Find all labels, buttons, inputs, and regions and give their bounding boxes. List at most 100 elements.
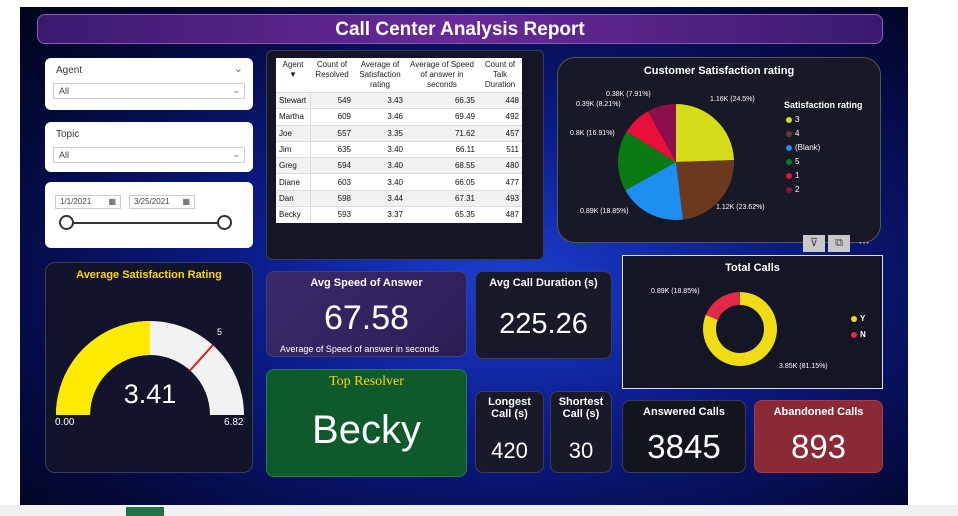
table-cell: Joe	[276, 124, 311, 142]
table-row[interactable]: Greg 594 3.40 68.55 480	[276, 157, 522, 174]
satisfaction-gauge[interactable]	[46, 263, 254, 474]
pie-data-label: 0.89K (18.85%)	[580, 208, 629, 215]
table-cell: 66.35	[406, 91, 478, 109]
table-row[interactable]: Joe 557 3.35 71.62 457	[276, 124, 522, 142]
visual-header-icons: ⊽ ⧉ ⋯	[803, 233, 878, 252]
column-header[interactable]: Agent ▼	[276, 58, 310, 93]
legend-label: 5	[795, 157, 800, 166]
avg-duration-value: 225.26	[499, 308, 588, 340]
table-cell: 3.40	[354, 157, 406, 174]
legend-label: 1	[795, 171, 800, 180]
legend-item[interactable]: Y	[851, 314, 865, 323]
pie-data-label: 1.12K (23.62%)	[716, 204, 765, 211]
abandoned-calls-value: 893	[790, 428, 847, 465]
table-cell: 594	[310, 157, 354, 174]
longest-call-card: Longest Call (s) 420	[475, 391, 544, 473]
table-cell: 67.31	[406, 189, 478, 207]
column-header[interactable]: Average of Satisfaction rating	[354, 58, 406, 93]
table-cell: 511	[478, 140, 522, 158]
legend-dot	[786, 158, 792, 165]
table-cell: 493	[478, 189, 522, 207]
abandoned-calls-title: Abandoned Calls	[773, 406, 864, 418]
date-slider-start-handle[interactable]	[59, 215, 74, 230]
pie-data-label: 1.16K (24.5%)	[710, 96, 755, 103]
table-cell: Martha	[276, 108, 311, 126]
table-cell: 492	[478, 108, 522, 126]
legend-item[interactable]: 3	[786, 115, 799, 124]
sort-arrow-icon[interactable]: ▼	[289, 70, 297, 79]
legend-item[interactable]: N	[851, 330, 866, 339]
top-resolver-title: Top Resolver	[329, 374, 404, 389]
legend-dot	[786, 144, 792, 151]
date-slicer[interactable]: 1/1/2021 ▦ 3/25/2021 ▦	[45, 182, 253, 248]
satisfaction-gauge-panel: Average Satisfaction Rating 3.41 0.00 6.…	[45, 262, 253, 473]
calendar-icon[interactable]: ▦	[108, 197, 116, 206]
donut-slice-n[interactable]	[705, 292, 740, 320]
date-slider-end-handle[interactable]	[217, 215, 232, 230]
end-date-field[interactable]: 3/25/2021 ▦	[129, 195, 195, 209]
start-date-field[interactable]: 1/1/2021 ▦	[55, 195, 121, 209]
chevron-down-icon[interactable]: ⌄	[234, 62, 243, 75]
legend-dot	[786, 186, 792, 193]
table-row[interactable]: Jim 635 3.40 66.11 511	[276, 140, 522, 158]
column-header[interactable]: Count of Resolved	[310, 58, 354, 93]
table-cell: 477	[478, 173, 522, 191]
legend-item[interactable]: 5	[786, 157, 799, 166]
table-cell: 65.35	[406, 206, 478, 223]
legend-item[interactable]: 4	[786, 129, 799, 138]
table-row[interactable]: Becky 593 3.37 65.35 487	[276, 206, 522, 223]
table-cell: 635	[310, 140, 354, 158]
agent-selected-value: All	[59, 86, 70, 96]
avg-speed-card: Avg Speed of Answer 67.58 Average of Spe…	[266, 271, 467, 357]
gauge-target-label: 5	[217, 327, 223, 337]
table-row[interactable]: Diane 603 3.40 66.05 477	[276, 173, 522, 191]
topic-slicer[interactable]: Topic All ⌄	[45, 122, 253, 172]
table-cell: 480	[478, 157, 522, 174]
focus-mode-icon[interactable]: ⧉	[828, 235, 850, 252]
legend-dot	[851, 331, 857, 338]
legend-item[interactable]: 2	[786, 185, 799, 194]
column-header[interactable]: Average of Speed of answer in seconds	[406, 58, 478, 93]
chevron-down-icon: ⌄	[232, 85, 240, 95]
gauge-min-label: 0.00	[55, 417, 75, 428]
table-cell: 448	[478, 91, 522, 109]
table-cell: 603	[310, 173, 354, 191]
legend-dot	[786, 130, 792, 137]
table-cell: 68.55	[406, 157, 478, 174]
table-cell: 457	[478, 124, 522, 142]
filter-icon[interactable]: ⊽	[803, 235, 825, 252]
table-cell: 3.46	[354, 108, 406, 126]
table-cell: Jim	[276, 140, 311, 158]
sheet-tab-indicator[interactable]	[126, 507, 164, 516]
column-header[interactable]: Count of Talk Duration	[478, 58, 522, 93]
agent-table: Agent ▼ Count of Resolved Average of Sati…	[276, 58, 522, 223]
legend-label: 3	[795, 115, 800, 124]
calendar-icon[interactable]: ▦	[182, 197, 190, 206]
topic-dropdown[interactable]: All ⌄	[53, 147, 245, 163]
legend-item[interactable]: (Blank)	[786, 143, 820, 152]
avg-speed-title: Avg Speed of Answer	[310, 277, 423, 289]
table-cell: 487	[478, 206, 522, 223]
more-options-icon[interactable]: ⋯	[853, 235, 875, 252]
shortest-call-title: Shortest Call (s)	[558, 396, 604, 420]
table-cell: 3.35	[354, 124, 406, 142]
satisfaction-pie-chart[interactable]	[558, 58, 882, 244]
table-row[interactable]: Stewart 549 3.43 66.35 448	[276, 91, 522, 109]
agent-slicer[interactable]: Agent ⌄ All ⌄	[45, 58, 253, 110]
total-calls-donut-chart[interactable]	[623, 256, 884, 390]
answered-calls-title: Answered Calls	[643, 406, 725, 418]
avg-speed-value: 67.58	[323, 299, 410, 337]
longest-call-value: 420	[491, 438, 528, 463]
table-row[interactable]: Dan 598 3.44 67.31 493	[276, 189, 522, 207]
date-slider-track[interactable]	[67, 222, 223, 224]
gauge-max-label: 6.82	[224, 417, 244, 428]
table-cell: 609	[310, 108, 354, 126]
pie-slice-3[interactable]	[676, 104, 734, 162]
legend-label: (Blank)	[795, 143, 821, 152]
legend-label: N	[860, 330, 866, 339]
bottom-bar	[0, 505, 958, 516]
legend-item[interactable]: 1	[786, 171, 799, 180]
agent-dropdown[interactable]: All ⌄	[53, 83, 245, 99]
table-cell: 549	[310, 91, 354, 109]
table-row[interactable]: Martha 609 3.46 69.49 492	[276, 108, 522, 126]
